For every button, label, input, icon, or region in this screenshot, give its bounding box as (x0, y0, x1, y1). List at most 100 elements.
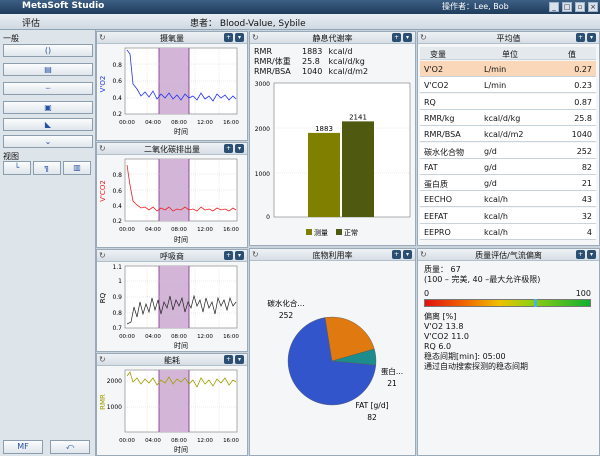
view-btn-2[interactable]: ╗ (33, 161, 61, 175)
rq-xtick-4: 12:00 (197, 334, 213, 340)
ee-xtick-1: 00:00 (119, 438, 135, 444)
rq-xtick-2: 04:00 (145, 334, 161, 340)
options-icon[interactable]: ▾ (403, 250, 412, 259)
table-row[interactable]: FAT g/d 82 (420, 158, 596, 175)
scale-min: 0 (424, 289, 430, 298)
average-title: 平均值 (496, 34, 521, 43)
ee-xtick-4: 12:00 (197, 438, 213, 444)
cell-unit: L/min (484, 81, 507, 91)
options-icon[interactable]: ▾ (235, 144, 244, 153)
close-icon[interactable]: × (588, 2, 598, 12)
zoom-icon[interactable]: + (224, 33, 233, 42)
rmr-bsa-label: RMR/BSA (254, 67, 291, 76)
title-bar: MetaSoft Studio 操作者：Lee, Bob _ □ ▫ × (0, 0, 600, 14)
table-row[interactable]: EEPRO kcal/h 4 (420, 224, 596, 240)
options-icon[interactable]: ▾ (235, 33, 244, 42)
ee-panel: ↻ 能耗 + ▾ 2000 1000 00:00 04:00 08:00 12:… (96, 353, 248, 456)
sidebar-btn-4[interactable]: ▣ (3, 101, 93, 114)
patient-name: 患者： Blood-Value, Sybile (190, 19, 306, 29)
table-row[interactable]: EECHO kcal/h 43 (420, 191, 596, 208)
cell-var: RMR/BSA (424, 130, 461, 140)
table-row[interactable]: 蛋白质 g/d 21 (420, 175, 596, 192)
cell-unit: kcal/h (484, 195, 508, 205)
rmr-weight-value: 25.8 (302, 57, 320, 66)
rmr-line: RMR 1883 kcal/d (254, 47, 368, 57)
sidebar-btn-5[interactable]: ◣ (3, 118, 93, 131)
auto-search-note: 通过自动搜索探测的稳态间期 (424, 362, 528, 371)
sidebar-btn-1[interactable]: () (3, 44, 93, 57)
table-row[interactable]: V'CO2 L/min 0.23 (420, 77, 596, 94)
zoom-icon[interactable]: + (576, 250, 585, 259)
table-row[interactable]: V'O2 L/min 0.27 (420, 61, 596, 77)
cell-var: 碳水化合物 (424, 147, 464, 157)
restore-icon[interactable]: ▫ (575, 2, 585, 12)
vco2-xtick-1: 00:00 (119, 227, 135, 233)
col-unit: 单位 (502, 50, 518, 59)
cell-unit: kcal/d/kg (484, 113, 521, 123)
ee-ytick-1: 2000 (107, 378, 122, 385)
cell-value: 252 (576, 146, 592, 156)
legend-swatch-measured (306, 229, 312, 235)
cell-value: 21 (581, 179, 592, 189)
maximize-icon[interactable]: □ (562, 2, 572, 12)
rmr-bar-normal (342, 121, 374, 217)
vco2-ytick-4: 0.2 (112, 218, 122, 225)
vo2-ytick-3: 0.4 (112, 95, 122, 102)
rq-chart: 1.1 1 0.9 0.8 0.7 00:00 04:00 08:00 12:0… (99, 264, 239, 350)
options-icon[interactable]: ▾ (587, 33, 596, 42)
vco2-ytick-2: 0.6 (112, 188, 122, 195)
view-btn-1[interactable]: └ (3, 161, 31, 175)
vo2-xtick-3: 08:00 (171, 120, 187, 126)
table-row[interactable]: RMR/kg kcal/d/kg 25.8 (420, 109, 596, 126)
options-icon[interactable]: ▾ (235, 355, 244, 364)
table-row[interactable]: RQ 0.87 (420, 93, 596, 110)
vo2-panel-header: ↻ 摄氧量 + ▾ (97, 32, 247, 44)
table-row[interactable]: EEFAT kcal/h 32 (420, 207, 596, 224)
cell-unit: L/min (484, 65, 507, 74)
table-row[interactable]: 碳水化合物 g/d 252 (420, 142, 596, 159)
substrate-title: 底物利用率 (312, 251, 353, 260)
sidebar-btn-6[interactable]: ⌄ (3, 135, 93, 148)
cell-unit: g/d (484, 162, 497, 172)
cell-var: EECHO (424, 195, 453, 205)
average-panel: ↻ 平均值 + ▾ 变量 单位 值 V'O2 L/min 0.27 V'CO2 L/mi… (417, 31, 600, 246)
steady-state-interval: 稳态间期[min]: 05:00 (424, 352, 506, 361)
substrate-pie-chart: 碳水化合... 252 蛋白... 21 FAT [g/d] 82 (267, 298, 403, 422)
col-var: 变量 (430, 50, 446, 59)
zoom-icon[interactable]: + (224, 355, 233, 364)
scale-max: 100 (575, 289, 591, 298)
vo2-ytick-2: 0.6 (112, 78, 122, 85)
ee-xtick-3: 08:00 (171, 438, 187, 444)
vco2-panel: ↻ 二氧化碳排出量 + ▾ 0.8 0.6 0.4 0.2 00:00 04:0… (96, 142, 248, 248)
patient-header: 评估 患者： Blood-Value, Sybile (0, 14, 600, 30)
vco2-ytick-3: 0.4 (112, 203, 122, 210)
cell-unit: g/d (484, 146, 497, 156)
zoom-icon[interactable]: + (392, 33, 401, 42)
deviation-vo2: V'O2 13.8 (424, 322, 464, 331)
zoom-icon[interactable]: + (224, 144, 233, 153)
cell-value: 0.87 (574, 97, 592, 107)
cell-var: V'CO2 (424, 81, 449, 91)
sidebar-btn-2[interactable]: ▤ (3, 63, 93, 76)
zoom-icon[interactable]: + (224, 251, 233, 260)
table-row[interactable]: RMR/BSA kcal/d/m2 1040 (420, 126, 596, 143)
zoom-icon[interactable]: + (576, 33, 585, 42)
quality-title: 质量评估/气流偏离 (475, 251, 542, 260)
options-icon[interactable]: ▾ (403, 33, 412, 42)
zoom-icon[interactable]: + (392, 250, 401, 259)
table-header: 变量 单位 值 (420, 47, 596, 60)
pie-value-cho: 252 (279, 311, 294, 320)
vco2-chart: 0.8 0.6 0.4 0.2 00:00 04:00 08:00 12:00 … (99, 158, 239, 244)
minimize-icon[interactable]: _ (549, 2, 559, 12)
mf-button[interactable]: MF (3, 440, 43, 454)
sidebar-btn-3[interactable]: ┈ (3, 82, 93, 95)
legend-swatch-normal (336, 229, 342, 235)
legend-measured: 测量 (314, 229, 328, 237)
options-icon[interactable]: ▾ (235, 251, 244, 260)
rq-ytick-2: 1 (118, 278, 122, 285)
view-btn-3[interactable]: ▥ (63, 161, 91, 175)
undo-button[interactable]: ⤺ (50, 440, 90, 454)
vco2-xtick-3: 08:00 (171, 227, 187, 233)
quality-range: (100 – 完美, 40 –最大允许极限) (424, 275, 541, 284)
options-icon[interactable]: ▾ (587, 250, 596, 259)
